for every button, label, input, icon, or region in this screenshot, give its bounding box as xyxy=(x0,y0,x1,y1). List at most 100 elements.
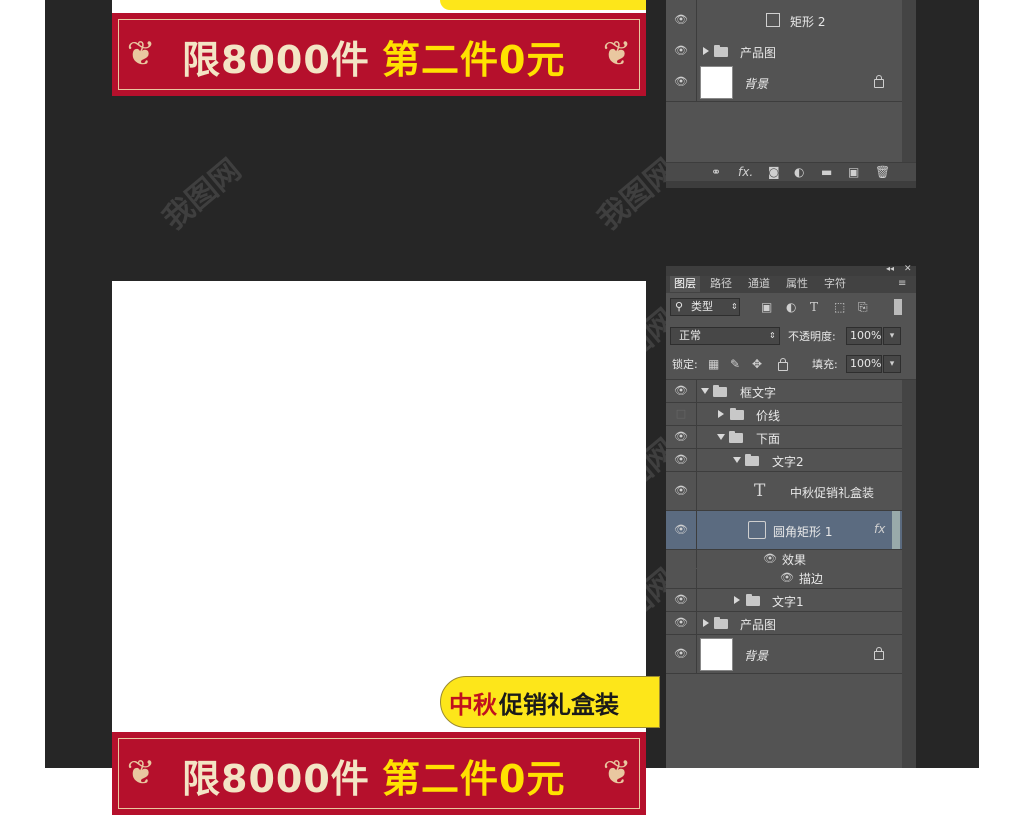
filter-kind-select[interactable]: ⚲ 类型 ⇕ xyxy=(670,298,740,316)
layer-row[interactable]: 👁 下面 xyxy=(666,426,902,449)
divider xyxy=(696,63,697,101)
layer-row[interactable]: 👁 矩形 2 xyxy=(666,0,902,41)
layer-list: 👁 框文字 □ 价线 👁 下面 👁 文字2 👁 T 中秋促销礼盒装 👁 圆角矩形… xyxy=(666,380,902,768)
layer-row[interactable]: 👁 背景 xyxy=(666,63,902,102)
eye-icon[interactable]: 👁 xyxy=(673,524,689,536)
banner-limit-text: 限8000件 xyxy=(182,757,370,801)
layer-thumbnail xyxy=(700,638,733,671)
eye-icon[interactable]: 👁 xyxy=(673,385,689,397)
scrollbar[interactable] xyxy=(902,380,916,768)
folder-icon xyxy=(730,408,744,420)
tab-character[interactable]: 字符 xyxy=(820,276,850,292)
panel-footer: ⚭ fx. ◙ ◐ ▬ ▣ 🗑 xyxy=(666,162,916,181)
eye-icon[interactable]: 👁 xyxy=(673,594,689,606)
layers-panel-top: 👁 矩形 2 👁 产品图 👁 背景 ⚭ fx. ◙ ◐ ▬ ▣ 🗑 xyxy=(666,0,916,188)
effects-row[interactable]: 👁 效果 xyxy=(666,550,902,568)
lock-transparent-icon[interactable]: ▦ xyxy=(708,357,719,371)
canvas-main xyxy=(112,281,646,732)
eye-icon[interactable]: 👁 xyxy=(673,617,689,629)
expand-arrow-icon[interactable] xyxy=(703,619,709,627)
fx-badge[interactable]: fx xyxy=(874,522,885,536)
banner-offer-text: 第二件0元 xyxy=(382,757,566,801)
expand-arrow-icon[interactable] xyxy=(703,47,709,55)
eye-icon[interactable]: 👁 xyxy=(673,76,689,88)
eye-icon[interactable]: 👁 xyxy=(673,648,689,660)
fill-value: 100% xyxy=(850,357,882,370)
resize-grip[interactable] xyxy=(666,181,916,188)
layer-name: 产品图 xyxy=(740,46,777,60)
eye-icon[interactable]: 👁 xyxy=(673,485,689,497)
filter-pixel-icon[interactable]: ▣ xyxy=(761,300,772,314)
expand-arrow-icon[interactable] xyxy=(717,434,725,440)
filter-smart-object-icon[interactable]: ⎘ xyxy=(858,300,868,314)
layer-row[interactable]: 👁 T 中秋促销礼盒装 xyxy=(666,472,902,511)
lock-label: 锁定: xyxy=(672,358,698,371)
expand-arrow-icon[interactable] xyxy=(734,596,740,604)
opacity-label: 不透明度: xyxy=(788,330,836,343)
layer-row[interactable]: 👁 产品图 xyxy=(666,612,902,635)
layer-row[interactable]: 👁 框文字 xyxy=(666,380,902,403)
adjustment-icon[interactable]: ◐ xyxy=(794,165,804,179)
tab-paths[interactable]: 路径 xyxy=(706,276,736,292)
layer-row-selected[interactable]: 👁 圆角矩形 1 fx xyxy=(666,511,902,550)
eye-icon[interactable]: 👁 xyxy=(673,14,689,26)
lock-brush-icon[interactable]: ✎ xyxy=(730,357,740,371)
panel-titlebar: ◂◂ ✕ xyxy=(666,264,916,276)
layers-panel: ◂◂ ✕ 图层 路径 通道 属性 字符 ≡ ⚲ 类型 ⇕ ▣ ◐ T ⬚ ⎘ 正… xyxy=(666,264,916,768)
trash-icon[interactable]: 🗑 xyxy=(875,165,890,179)
link-icon[interactable]: ⚭ xyxy=(711,165,721,179)
blend-mode-select[interactable]: 正常 ⇕ xyxy=(670,327,780,345)
blend-mode-value: 正常 xyxy=(679,329,701,342)
tab-layers[interactable]: 图层 xyxy=(670,276,700,292)
eye-icon[interactable]: 👁 xyxy=(673,45,689,57)
divider xyxy=(696,511,697,549)
eye-icon[interactable]: 👁 xyxy=(779,572,795,584)
close-icon[interactable]: ✕ xyxy=(904,264,912,274)
lock-icon xyxy=(874,75,884,88)
layer-row[interactable]: 👁 背景 xyxy=(666,635,902,674)
lock-all-icon[interactable] xyxy=(778,358,788,371)
filter-text-icon[interactable]: T xyxy=(810,300,818,314)
tab-channels[interactable]: 通道 xyxy=(744,276,774,292)
collapse-icon[interactable]: ◂◂ xyxy=(886,264,894,273)
expand-arrow-icon[interactable] xyxy=(733,457,741,463)
collapse-effects-icon[interactable] xyxy=(892,511,900,549)
layer-row[interactable]: 👁 文字1 xyxy=(666,589,902,612)
eye-icon[interactable]: 👁 xyxy=(673,431,689,443)
panel-menu-icon[interactable]: ≡ xyxy=(898,278,906,289)
expand-arrow-icon[interactable] xyxy=(701,388,709,394)
scrollbar[interactable] xyxy=(902,0,916,162)
layer-name: 文字2 xyxy=(772,455,804,469)
eye-icon[interactable]: 👁 xyxy=(673,454,689,466)
filter-shape-icon[interactable]: ⬚ xyxy=(834,300,845,314)
eye-icon[interactable]: 👁 xyxy=(762,553,778,565)
ornament-icon: ❦ xyxy=(602,753,632,793)
search-icon: ⚲ xyxy=(675,300,684,313)
banner-limit-text: 限8000件 xyxy=(182,38,370,82)
filter-toggle[interactable] xyxy=(894,299,902,315)
folder-icon[interactable]: ▬ xyxy=(821,165,832,179)
new-layer-icon[interactable]: ▣ xyxy=(848,165,859,179)
layer-thumbnail xyxy=(700,66,733,99)
tab-properties[interactable]: 属性 xyxy=(782,276,812,292)
filter-adjustment-icon[interactable]: ◐ xyxy=(786,300,796,314)
fx-icon[interactable]: fx. xyxy=(738,165,753,179)
layer-name: 背景 xyxy=(744,649,769,663)
layer-row[interactable]: 👁 文字2 xyxy=(666,449,902,472)
tab-bar: 图层 路径 通道 属性 字符 ≡ xyxy=(666,276,916,293)
opacity-dropdown-button[interactable]: ▾ xyxy=(883,327,901,345)
expand-arrow-icon[interactable] xyxy=(718,410,724,418)
layer-name: 产品图 xyxy=(740,618,777,632)
opacity-input[interactable]: 100% xyxy=(846,327,882,345)
effect-row[interactable]: 👁 描边 xyxy=(666,569,902,589)
layer-row[interactable]: □ 价线 xyxy=(666,403,902,426)
divider xyxy=(696,40,697,63)
fill-input[interactable]: 100% xyxy=(846,355,882,373)
mask-icon[interactable]: ◙ xyxy=(768,165,780,179)
divider xyxy=(696,612,697,634)
lock-move-icon[interactable]: ✥ xyxy=(752,357,762,371)
eye-hidden-box[interactable]: □ xyxy=(673,408,689,420)
fill-dropdown-button[interactable]: ▾ xyxy=(883,355,901,373)
layer-name: 文字1 xyxy=(772,595,804,609)
layer-row[interactable]: 👁 产品图 xyxy=(666,40,902,64)
